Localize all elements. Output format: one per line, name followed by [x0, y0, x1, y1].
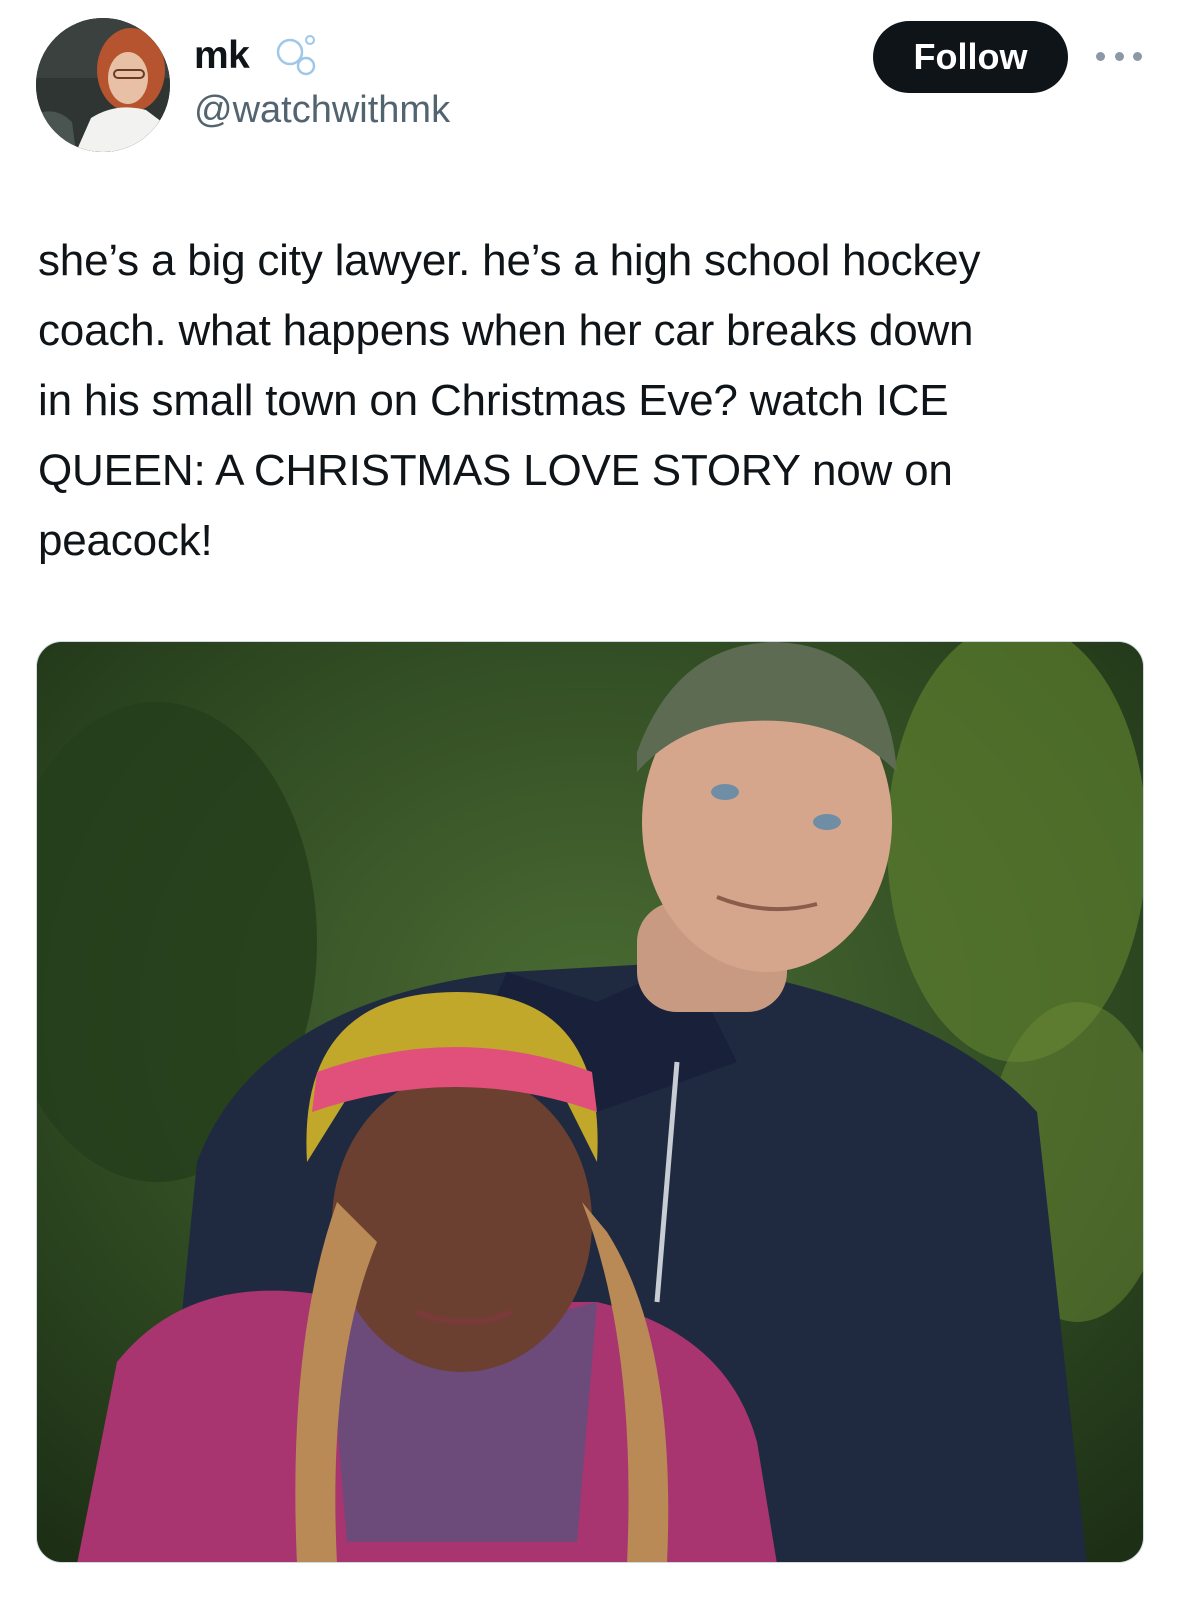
tweet-media-image[interactable] — [36, 641, 1144, 1563]
follow-button[interactable]: Follow — [873, 21, 1068, 93]
display-name[interactable]: mk — [194, 32, 250, 80]
avatar-image — [36, 18, 170, 152]
bubbles-icon — [268, 28, 332, 84]
author-handle[interactable]: @watchwithmk — [194, 86, 450, 134]
tweet-text: she’s a big city lawyer. he’s a high sch… — [38, 236, 981, 565]
more-options-icon[interactable] — [1096, 44, 1142, 68]
avatar[interactable] — [36, 18, 170, 152]
photo-scene — [37, 642, 1143, 1562]
